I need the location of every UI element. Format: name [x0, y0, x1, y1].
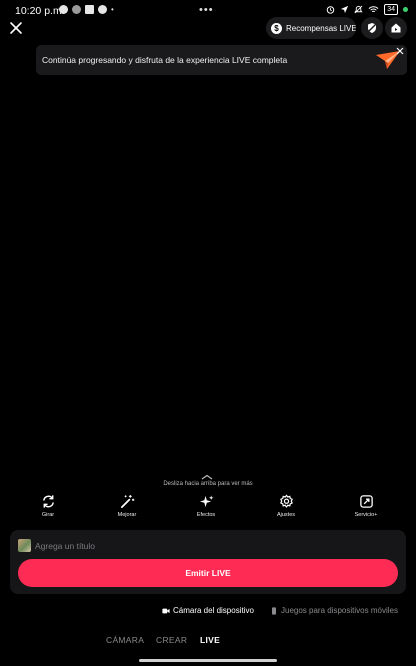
service-plus-icon: [359, 495, 373, 508]
home-indicator[interactable]: [139, 659, 277, 662]
more-notifications-dot-icon: •: [111, 5, 114, 14]
banner-close-icon[interactable]: [396, 47, 404, 55]
tab-camera[interactable]: CÁMARA: [106, 635, 144, 645]
status-more-dots: •••: [199, 4, 214, 16]
location-arrow-icon: [341, 5, 349, 14]
settings-gear-icon: [279, 494, 293, 508]
close-button[interactable]: [8, 20, 24, 36]
progress-banner[interactable]: Continúa progresando y disfruta de la ex…: [36, 45, 407, 75]
effects-label: Efectos: [196, 512, 216, 518]
device-camera-label: Cámara del dispositivo: [173, 606, 254, 615]
moderation-button[interactable]: [361, 17, 383, 39]
facebook-notification-icon: [59, 5, 68, 14]
alarm-icon: [326, 6, 335, 14]
system-icons: 34: [326, 4, 408, 15]
live-rewards-button[interactable]: $ Recompensas LIVE...: [266, 17, 356, 39]
close-icon: [10, 22, 22, 34]
tab-create[interactable]: CREAR: [156, 635, 187, 645]
settings-button[interactable]: Ajustes: [261, 494, 311, 518]
mode-tabs: CÁMARA CREAR LIVE: [0, 635, 416, 647]
flip-camera-label: Girar: [41, 512, 55, 518]
mobile-games-option[interactable]: Juegos para dispositivos móviles: [270, 606, 398, 615]
enhance-button[interactable]: Mejorar: [102, 494, 152, 518]
service-plus-label: Servicio+: [354, 512, 378, 518]
shield-slash-icon: [367, 23, 377, 33]
source-selector: Cámara del dispositivo Juegos para dispo…: [0, 606, 416, 618]
tab-live[interactable]: LIVE: [200, 635, 220, 645]
status-time: 10:20 p.m.: [15, 5, 65, 17]
status-bar: 10:20 p.m. • ••• 34: [0, 0, 416, 22]
notification-icons: •: [59, 5, 114, 14]
cover-thumbnail[interactable]: [18, 539, 31, 552]
enhance-wand-icon: [120, 494, 134, 508]
swipe-hint-text: Desliza hacia arriba para ver más: [163, 481, 253, 487]
mobile-games-label: Juegos para dispositivos móviles: [281, 606, 398, 615]
go-live-button[interactable]: Emitir LIVE: [18, 559, 398, 587]
privacy-indicator-icon: [403, 7, 408, 12]
go-live-panel: Emitir LIVE: [10, 530, 406, 594]
battery-icon: 34: [384, 4, 398, 15]
live-tools-row: Girar Mejorar Efectos Ajustes Servicio+: [0, 494, 416, 522]
flip-camera-icon: [42, 495, 54, 508]
effects-button[interactable]: Efectos: [181, 494, 231, 518]
pinterest-notification-icon: [98, 5, 107, 14]
rewards-coin-icon: $: [271, 22, 282, 34]
service-plus-button[interactable]: Servicio+: [341, 494, 391, 518]
swipe-up-chevron-icon: [201, 474, 213, 480]
live-rewards-label: Recompensas LIVE...: [286, 23, 356, 33]
title-input[interactable]: [35, 538, 235, 554]
settings-label: Ajustes: [276, 512, 296, 518]
phone-icon: [272, 606, 276, 615]
house-play-icon: [391, 23, 401, 33]
wifi-icon: [368, 6, 379, 13]
effects-sparkle-icon: [199, 495, 214, 508]
video-camera-icon: [162, 608, 170, 613]
news-notification-icon: [85, 5, 94, 14]
device-camera-option[interactable]: Cámara del dispositivo: [162, 606, 254, 615]
banner-text: Continúa progresando y disfruta de la ex…: [42, 55, 288, 65]
live-center-button[interactable]: [385, 17, 407, 39]
mute-icon: [354, 5, 363, 14]
enhance-label: Mejorar: [117, 512, 137, 518]
flip-camera-button[interactable]: Girar: [23, 494, 73, 518]
tiktok-notification-icon: [72, 5, 81, 14]
